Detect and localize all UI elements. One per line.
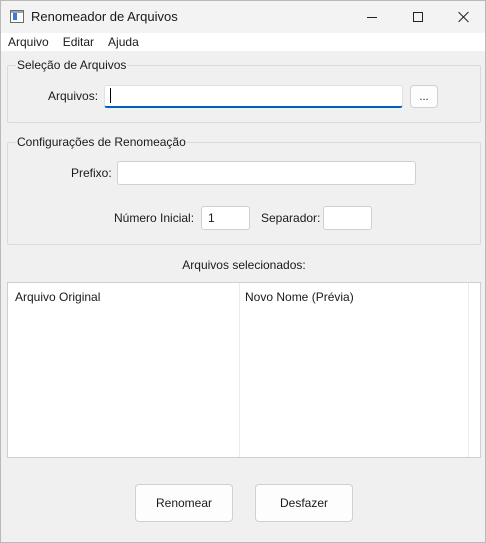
menu-editar[interactable]: Editar bbox=[56, 35, 101, 49]
maximize-button[interactable] bbox=[395, 1, 441, 33]
selected-files-caption: Arquivos selecionados: bbox=[182, 258, 306, 272]
window-title: Renomeador de Arquivos bbox=[31, 9, 178, 24]
files-label: Arquivos: bbox=[48, 89, 99, 103]
minimize-icon bbox=[367, 16, 377, 18]
file-list[interactable]: Arquivo Original Novo Nome (Prévia) bbox=[7, 282, 481, 458]
column-header-original[interactable]: Arquivo Original bbox=[15, 290, 100, 304]
prefix-label: Prefixo: bbox=[71, 166, 112, 180]
close-button[interactable] bbox=[441, 1, 486, 33]
column-header-preview[interactable]: Novo Nome (Prévia) bbox=[245, 290, 354, 304]
rename-config-group-label: Configurações de Renomeação bbox=[16, 135, 187, 149]
menu-arquivo[interactable]: Arquivo bbox=[1, 35, 56, 49]
undo-button[interactable]: Desfazer bbox=[255, 484, 353, 522]
prefix-input[interactable] bbox=[117, 161, 416, 185]
app-window: Renomeador de Arquivos Arquivo Editar Aj… bbox=[0, 0, 486, 543]
separator-label: Separador: bbox=[261, 211, 321, 225]
rename-button[interactable]: Renomear bbox=[135, 484, 233, 522]
files-input[interactable] bbox=[104, 85, 403, 108]
menu-bar: Arquivo Editar Ajuda bbox=[1, 33, 485, 51]
close-icon bbox=[458, 11, 470, 23]
minimize-button[interactable] bbox=[349, 1, 395, 33]
column-divider[interactable] bbox=[468, 283, 469, 457]
start-number-input[interactable] bbox=[201, 206, 250, 230]
column-divider[interactable] bbox=[239, 283, 240, 457]
title-bar[interactable]: Renomeador de Arquivos bbox=[1, 1, 485, 33]
browse-button[interactable]: ... bbox=[410, 85, 438, 108]
file-selection-group-label: Seleção de Arquivos bbox=[16, 58, 128, 72]
start-number-label: Número Inicial: bbox=[114, 211, 195, 225]
maximize-icon bbox=[413, 12, 423, 22]
app-window-icon bbox=[10, 10, 24, 23]
separator-input[interactable] bbox=[323, 206, 372, 230]
menu-ajuda[interactable]: Ajuda bbox=[101, 35, 146, 49]
text-caret bbox=[110, 88, 111, 103]
